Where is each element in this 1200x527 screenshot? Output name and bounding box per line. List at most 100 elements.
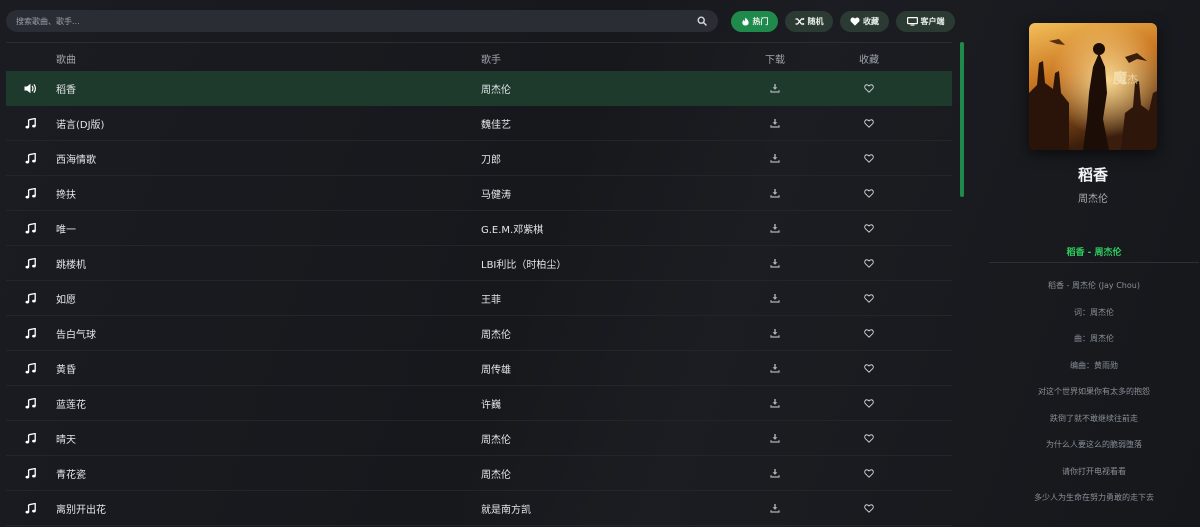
music-note-icon[interactable] xyxy=(23,456,37,490)
download-icon[interactable] xyxy=(768,141,782,175)
heart-outline-icon[interactable] xyxy=(862,71,876,105)
download-icon[interactable] xyxy=(768,386,782,420)
client-button[interactable]: 客户端 xyxy=(896,11,955,32)
download-icon[interactable] xyxy=(768,211,782,245)
download-icon[interactable] xyxy=(768,421,782,455)
favorites-button[interactable]: 收藏 xyxy=(840,11,889,32)
download-icon[interactable] xyxy=(768,351,782,385)
heart-outline-icon[interactable] xyxy=(862,456,876,490)
download-icon[interactable] xyxy=(768,491,782,525)
music-note-icon[interactable] xyxy=(23,491,37,525)
heart-outline-icon[interactable] xyxy=(862,316,876,350)
song-artist[interactable]: 周杰伦 xyxy=(481,421,511,455)
song-artist[interactable]: 就是南方凯 xyxy=(481,491,531,525)
song-name[interactable]: 诺言(DJ版) xyxy=(56,106,104,140)
monitor-icon xyxy=(906,17,918,26)
top-bar: 热门 随机 收藏 客户端 xyxy=(0,0,965,42)
song-artist[interactable]: 周杰伦 xyxy=(481,456,511,490)
song-row[interactable]: 西海情歌 刀郎 xyxy=(6,141,952,176)
song-name[interactable]: 跳楼机 xyxy=(56,246,86,280)
song-artist[interactable]: 许巍 xyxy=(481,386,501,420)
song-row[interactable]: 如愿 王菲 xyxy=(6,281,952,316)
song-row[interactable]: 跳楼机 LBI利比（时柏尘） xyxy=(6,246,952,281)
music-note-icon[interactable] xyxy=(23,316,37,350)
heart-outline-icon[interactable] xyxy=(862,211,876,245)
song-name[interactable]: 唯一 xyxy=(56,211,76,245)
song-artist[interactable]: 马健涛 xyxy=(481,176,511,210)
random-button[interactable]: 随机 xyxy=(785,11,833,32)
lyric-line: 跌倒了就不敢继续往前走 xyxy=(1050,413,1138,423)
search-icon[interactable] xyxy=(696,15,708,27)
music-note-icon[interactable] xyxy=(23,211,37,245)
speaker-icon[interactable] xyxy=(23,71,37,105)
music-note-icon[interactable] xyxy=(23,351,37,385)
song-name[interactable]: 如愿 xyxy=(56,281,76,315)
download-icon[interactable] xyxy=(768,71,782,105)
fire-icon xyxy=(741,17,750,26)
music-note-icon[interactable] xyxy=(23,106,37,140)
song-row[interactable]: 稻香 周杰伦 xyxy=(6,71,952,106)
heart-outline-icon[interactable] xyxy=(862,491,876,525)
music-note-icon[interactable] xyxy=(23,141,37,175)
download-icon[interactable] xyxy=(768,281,782,315)
svg-text:杰: 杰 xyxy=(1127,73,1138,86)
song-artist[interactable]: LBI利比（时柏尘） xyxy=(481,246,566,280)
header-download: 下载 xyxy=(765,55,785,66)
download-icon[interactable] xyxy=(768,106,782,140)
song-row[interactable]: 晴天 周杰伦 xyxy=(6,421,952,456)
song-name[interactable]: 蓝莲花 xyxy=(56,386,86,420)
song-row[interactable]: 离别开出花 就是南方凯 xyxy=(6,491,952,526)
heart-outline-icon[interactable] xyxy=(862,351,876,385)
heart-outline-icon[interactable] xyxy=(862,246,876,280)
song-row[interactable]: 告白气球 周杰伦 xyxy=(6,316,952,351)
music-note-icon[interactable] xyxy=(23,281,37,315)
song-artist[interactable]: 王菲 xyxy=(481,281,501,315)
music-note-icon[interactable] xyxy=(23,246,37,280)
song-artist[interactable]: 周杰伦 xyxy=(481,71,511,105)
song-name[interactable]: 搀扶 xyxy=(56,176,76,210)
song-name[interactable]: 离别开出花 xyxy=(56,491,106,525)
music-note-icon[interactable] xyxy=(23,421,37,455)
search-bar[interactable] xyxy=(6,10,718,32)
search-input[interactable] xyxy=(16,11,696,31)
song-name[interactable]: 黄昏 xyxy=(56,351,76,385)
song-artist[interactable]: 刀郎 xyxy=(481,141,501,175)
song-row[interactable]: 搀扶 马健涛 xyxy=(6,176,952,211)
download-icon[interactable] xyxy=(768,456,782,490)
heart-outline-icon[interactable] xyxy=(862,106,876,140)
song-name[interactable]: 青花瓷 xyxy=(56,456,86,490)
scrollbar-thumb[interactable] xyxy=(960,42,964,197)
song-name[interactable]: 西海情歌 xyxy=(56,141,96,175)
song-name[interactable]: 告白气球 xyxy=(56,316,96,350)
now-playing-panel: 魔 杰 稻香 周杰伦 稻香 - 周杰伦 稻香 - 周杰伦 (Jay Chou) 词… xyxy=(965,0,1200,527)
heart-outline-icon[interactable] xyxy=(862,386,876,420)
shuffle-icon xyxy=(795,17,805,26)
random-button-label: 随机 xyxy=(807,17,824,26)
hot-button[interactable]: 热门 xyxy=(731,11,778,32)
download-icon[interactable] xyxy=(768,246,782,280)
song-artist[interactable]: 周杰伦 xyxy=(481,316,511,350)
heart-outline-icon[interactable] xyxy=(862,421,876,455)
lyric-line: 词：周杰伦 xyxy=(1074,307,1114,317)
music-note-icon[interactable] xyxy=(23,386,37,420)
heart-outline-icon[interactable] xyxy=(862,141,876,175)
song-artist[interactable]: G.E.M.邓紫棋 xyxy=(481,211,543,245)
table-header: 歌曲 歌手 下载 收藏 xyxy=(6,43,952,71)
song-artist[interactable]: 魏佳艺 xyxy=(481,106,511,140)
lyric-divider xyxy=(989,262,1199,263)
song-name[interactable]: 稻香 xyxy=(56,71,76,105)
song-row[interactable]: 青花瓷 周杰伦 xyxy=(6,456,952,491)
song-row[interactable]: 黄昏 周传雄 xyxy=(6,351,952,386)
now-playing-artist: 周杰伦 xyxy=(1078,194,1108,205)
song-artist[interactable]: 周传雄 xyxy=(481,351,511,385)
song-table: 歌曲 歌手 下载 收藏 稻香 周杰伦 诺言(DJ版) 魏佳艺 西海情歌 刀郎 搀扶 马健涛 唯一… xyxy=(6,42,952,527)
song-row[interactable]: 蓝莲花 许巍 xyxy=(6,386,952,421)
song-name[interactable]: 晴天 xyxy=(56,421,76,455)
song-row[interactable]: 唯一 G.E.M.邓紫棋 xyxy=(6,211,952,246)
heart-outline-icon[interactable] xyxy=(862,281,876,315)
heart-outline-icon[interactable] xyxy=(862,176,876,210)
download-icon[interactable] xyxy=(768,316,782,350)
music-note-icon[interactable] xyxy=(23,176,37,210)
download-icon[interactable] xyxy=(768,176,782,210)
song-row[interactable]: 诺言(DJ版) 魏佳艺 xyxy=(6,106,952,141)
